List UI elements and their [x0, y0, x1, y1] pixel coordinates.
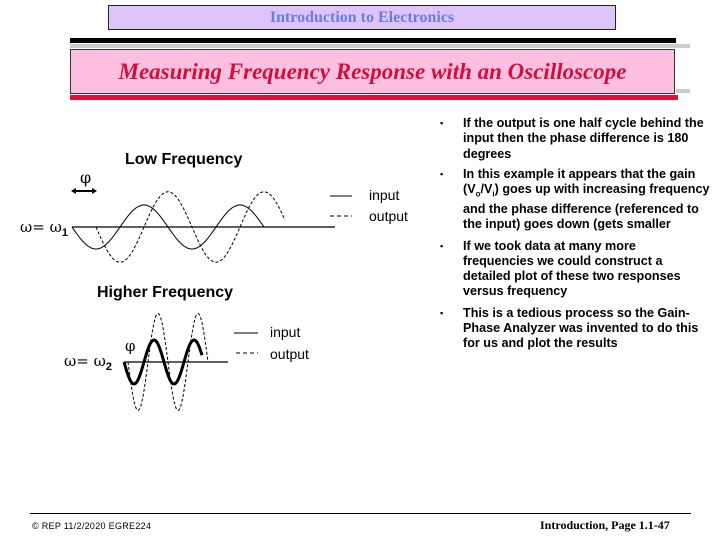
bullet-text: In this example it appears that the gain…: [463, 166, 710, 232]
omega-label-high: ω= ω2: [64, 352, 112, 373]
bullet-marker-icon: ▪: [440, 240, 444, 251]
bullet-item: ▪ In this example it appears that the ga…: [440, 167, 710, 233]
legend-input-label-low: input: [369, 187, 400, 203]
bullet-item: ▪ This is a tedious process so the Gain-…: [440, 306, 710, 352]
footer-divider: [30, 513, 691, 514]
bullet-item: ▪ If we took data at many more frequenci…: [440, 239, 710, 300]
omega-subscript: 2: [105, 361, 112, 373]
bullet-text: This is a tedious process so the Gain-Ph…: [463, 305, 699, 351]
bullet-text: If we took data at many more frequencies…: [463, 238, 681, 299]
bullet-marker-icon: ▪: [440, 168, 444, 179]
footer-page-number: Introduction, Page 1.1-47: [540, 518, 670, 532]
bullet-marker-icon: ▪: [440, 118, 444, 128]
bullet-item: ▪ If the output is one half cycle behind…: [440, 116, 710, 162]
legend-output-label-low: output: [369, 208, 408, 224]
higher-frequency-label: Higher Frequency: [97, 284, 234, 301]
phase-arrow-low: [71, 188, 97, 194]
bullet-marker-icon: ▪: [440, 307, 444, 318]
omega-text: ω= ω: [64, 352, 106, 370]
legend-input-label-high: input: [270, 324, 301, 340]
footer-copyright: © REP 11/2/2020 EGRE224: [32, 521, 152, 531]
bullet-list: ▪ If the output is one half cycle behind…: [440, 116, 710, 358]
phi-symbol-high: φ: [125, 337, 136, 355]
bullet-text: If the output is one half cycle behind t…: [463, 116, 704, 161]
legend-output-label-high: output: [270, 346, 309, 362]
